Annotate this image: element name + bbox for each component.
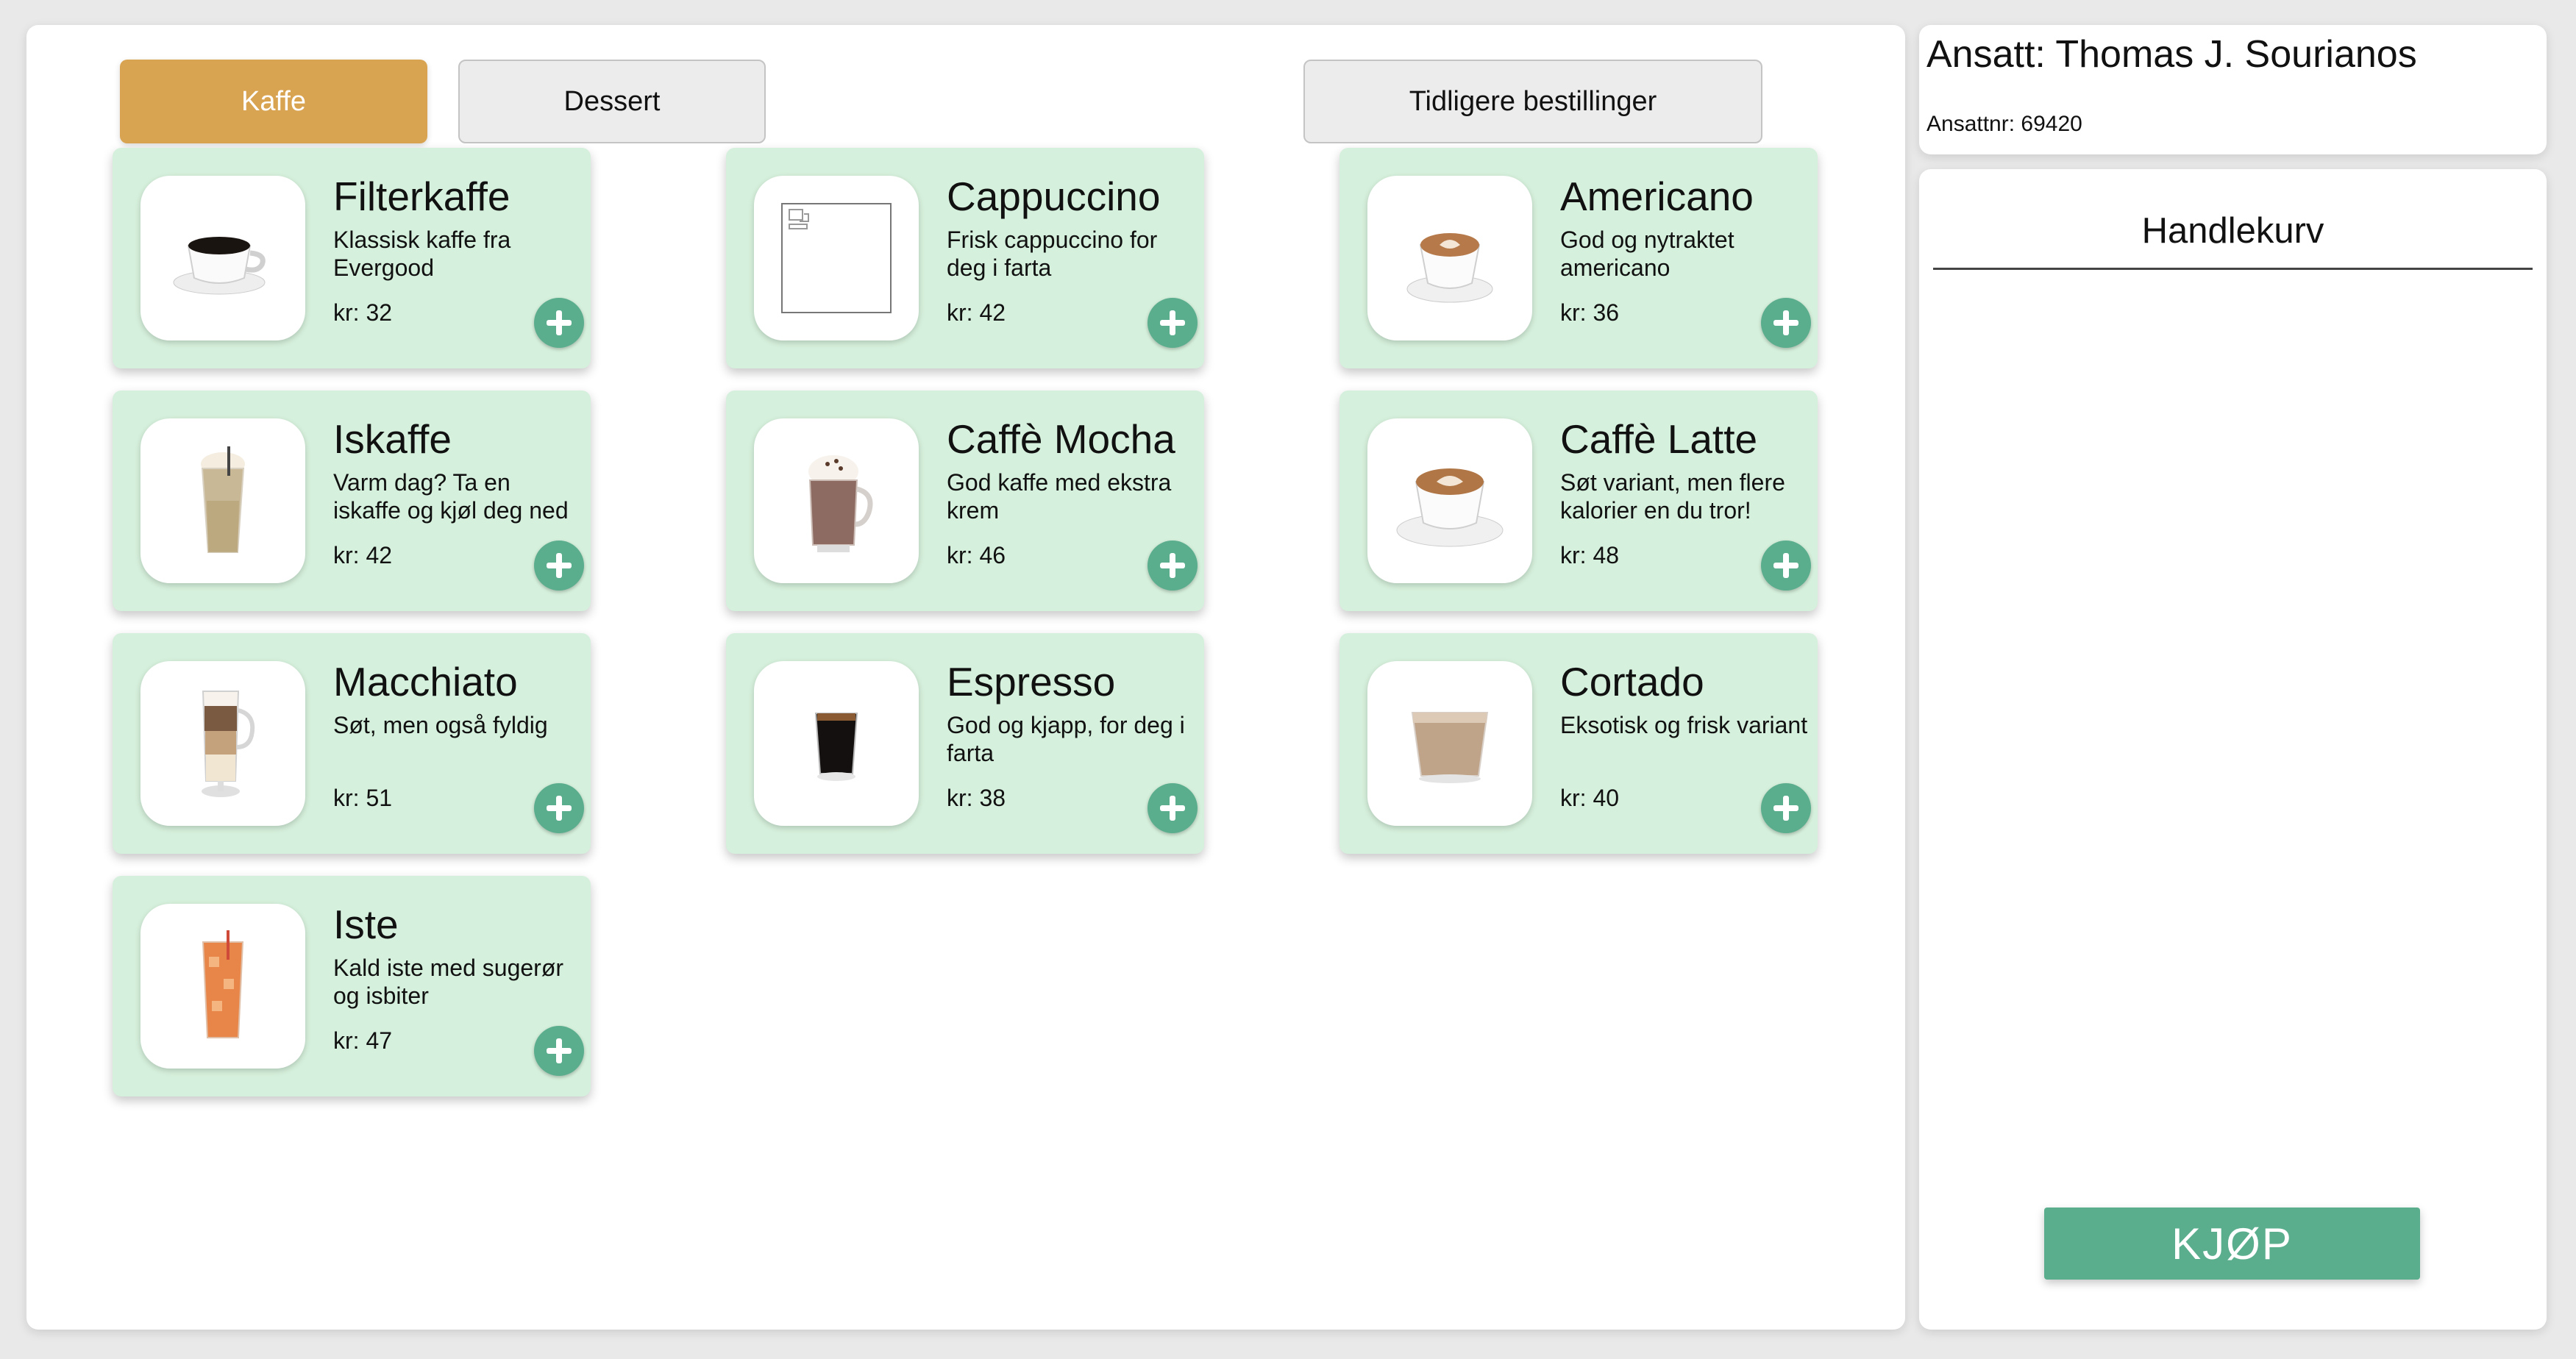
product-card-espresso: Espresso God og kjapp, for deg i farta k…	[726, 633, 1204, 854]
product-name: Caffè Latte	[1560, 416, 1758, 462]
add-to-cart-button[interactable]	[534, 783, 584, 833]
product-price: kr: 51	[333, 785, 393, 811]
layered-macchiato-glass-icon	[140, 661, 305, 826]
product-card-cappuccino: Cappuccino Frisk cappuccino for deg i fa…	[726, 148, 1204, 368]
employee-name: Ansatt: Thomas J. Sourianos	[1926, 33, 2417, 76]
product-price: kr: 36	[1560, 299, 1620, 326]
add-to-cart-button[interactable]	[534, 1026, 584, 1076]
latte-art-cup-icon	[1367, 176, 1532, 340]
product-name: Cappuccino	[947, 174, 1161, 219]
iced-coffee-glass-icon	[140, 418, 305, 583]
product-name: Americano	[1560, 174, 1754, 219]
product-description: Kald iste med sugerør og isbiter	[333, 955, 564, 1009]
add-to-cart-button[interactable]	[1761, 541, 1811, 591]
previous-orders-button[interactable]: Tidligere bestillinger	[1303, 60, 1762, 143]
product-description: Søt variant, men flere kalorier en du tr…	[1560, 469, 1785, 524]
product-card-cortado: Cortado Eksotisk og frisk variant kr: 40	[1339, 633, 1818, 854]
product-price: kr: 47	[333, 1027, 393, 1054]
buy-button[interactable]: KJØP	[2044, 1208, 2420, 1280]
product-description: Søt, men også fyldig	[333, 712, 548, 738]
product-price: kr: 38	[947, 785, 1006, 811]
espresso-glass-icon	[754, 661, 919, 826]
product-description: God og kjapp, for deg i farta	[947, 712, 1185, 766]
product-name: Macchiato	[333, 659, 518, 705]
cart-title: Handlekurv	[2141, 211, 2324, 251]
product-card-americano: Americano God og nytraktet americano kr:…	[1339, 148, 1818, 368]
product-name: Iskaffe	[333, 416, 452, 462]
add-to-cart-button[interactable]	[1148, 783, 1198, 833]
product-name: Iste	[333, 902, 399, 947]
product-card-iste: Iste Kald iste med sugerør og isbiter kr…	[113, 876, 591, 1096]
black-coffee-cup-icon	[140, 176, 305, 340]
product-name: Caffè Mocha	[947, 416, 1175, 462]
product-card-caffe-mocha: Caffè Mocha God kaffe med ekstra krem kr…	[726, 390, 1204, 611]
product-card-macchiato: Macchiato Søt, men også fyldig kr: 51	[113, 633, 591, 854]
cortado-glass-icon	[1367, 661, 1532, 826]
product-description: Klassisk kaffe fra Evergood	[333, 226, 511, 281]
cart-panel: Handlekurv KJØP	[1919, 169, 2547, 1330]
product-price: kr: 46	[947, 542, 1006, 568]
product-price: kr: 32	[333, 299, 393, 326]
tab-kaffe[interactable]: Kaffe	[120, 60, 427, 143]
product-name: Espresso	[947, 659, 1116, 705]
tab-dessert[interactable]: Dessert	[458, 60, 766, 143]
product-card-iskaffe: Iskaffe Varm dag? Ta en iskaffe og kjøl …	[113, 390, 591, 611]
add-to-cart-button[interactable]	[1148, 541, 1198, 591]
broken-image-icon	[754, 176, 919, 340]
product-description: Varm dag? Ta en iskaffe og kjøl deg ned	[333, 469, 569, 524]
add-to-cart-button[interactable]	[1761, 783, 1811, 833]
product-description: Eksotisk og frisk variant	[1560, 712, 1808, 738]
product-price: kr: 42	[947, 299, 1006, 326]
product-card-filterkaffe: Filterkaffe Klassisk kaffe fra Evergood …	[113, 148, 591, 368]
product-description: God og nytraktet americano	[1560, 226, 1734, 281]
product-price: kr: 42	[333, 542, 393, 568]
product-name: Cortado	[1560, 659, 1704, 705]
product-card-caffe-latte: Caffè Latte Søt variant, men flere kalor…	[1339, 390, 1818, 611]
add-to-cart-button[interactable]	[1761, 298, 1811, 348]
product-description: God kaffe med ekstra krem	[947, 469, 1172, 524]
latte-cup-icon	[1367, 418, 1532, 583]
menu-panel: Kaffe Dessert Tidligere bestillinger Fil…	[26, 25, 1905, 1330]
product-name: Filterkaffe	[333, 174, 510, 219]
employee-number: Ansattnr: 69420	[1926, 112, 2082, 136]
divider	[1933, 268, 2533, 270]
employee-panel: Ansatt: Thomas J. Sourianos Ansattnr: 69…	[1919, 25, 2547, 154]
add-to-cart-button[interactable]	[1148, 298, 1198, 348]
product-description: Frisk cappuccino for deg i farta	[947, 226, 1158, 281]
product-price: kr: 48	[1560, 542, 1620, 568]
add-to-cart-button[interactable]	[534, 298, 584, 348]
iced-tea-glass-icon	[140, 904, 305, 1069]
product-price: kr: 40	[1560, 785, 1620, 811]
mocha-glass-icon	[754, 418, 919, 583]
add-to-cart-button[interactable]	[534, 541, 584, 591]
